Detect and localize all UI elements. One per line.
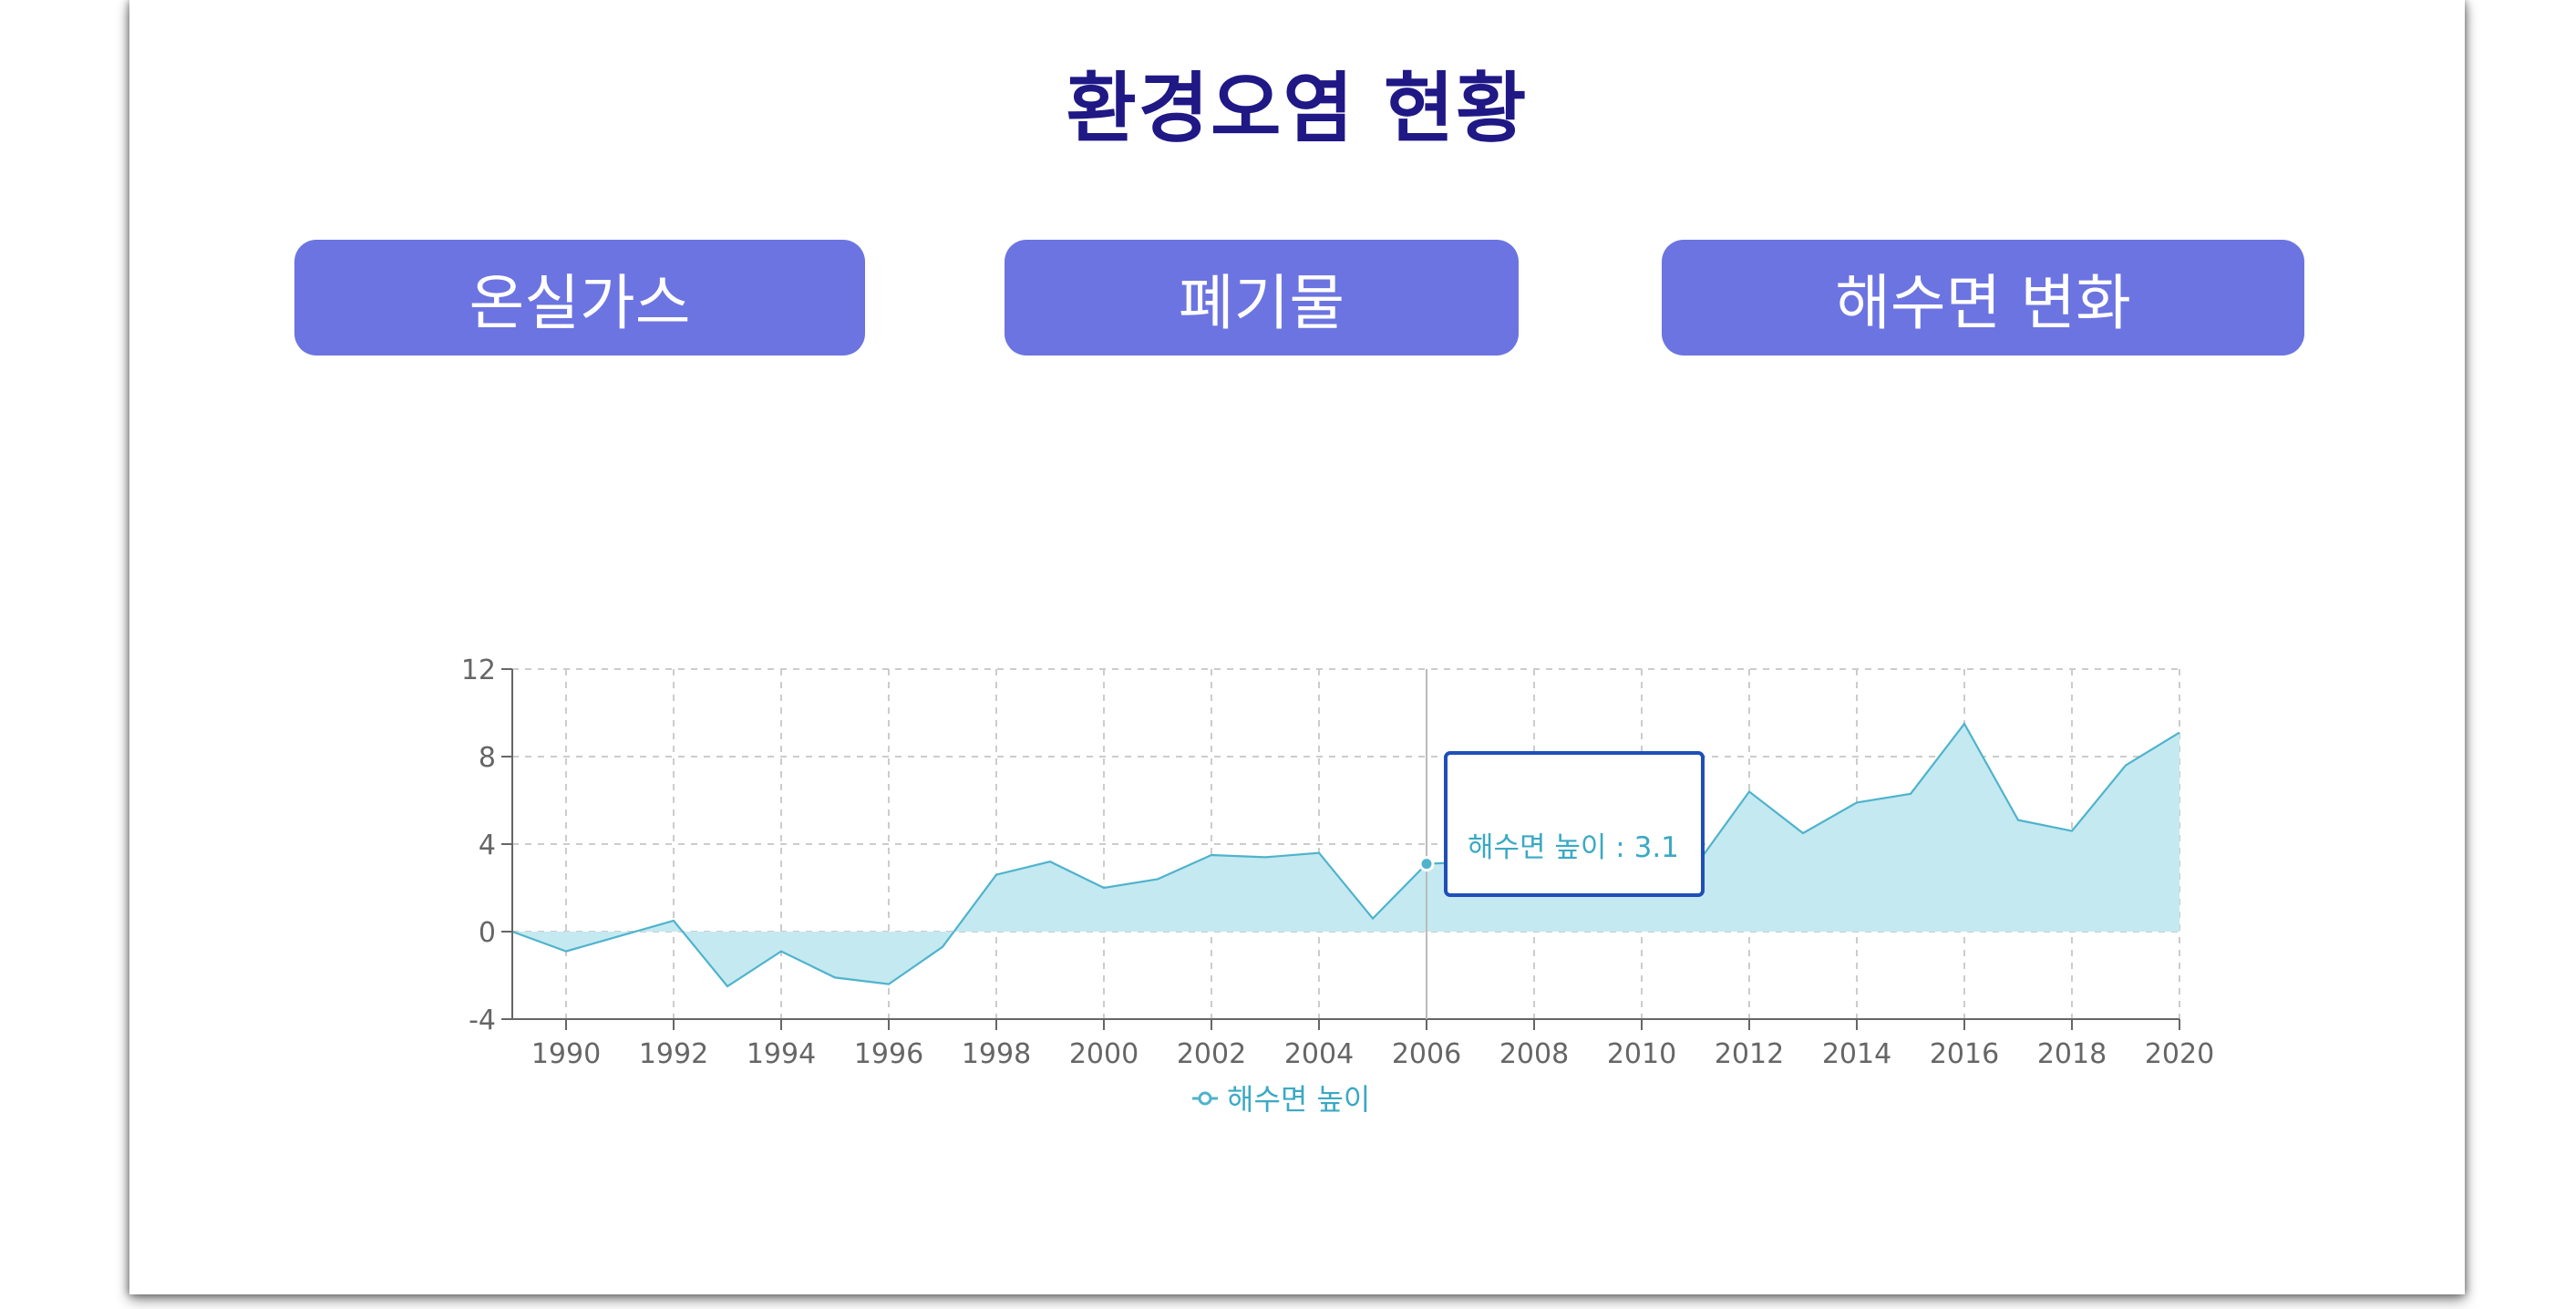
y-tick-label: -4 [469,1005,496,1036]
tooltip-point [1418,856,1435,872]
x-tick-label: 1998 [962,1038,1031,1070]
x-tick-label: 1994 [747,1038,816,1070]
y-tick-label: 8 [479,742,496,774]
x-tick-label: 2014 [1822,1038,1891,1070]
x-axis-ticks: 1990 1992 1994 1996 1998 2000 2002 2004 2006 2008… [531,1038,2214,1070]
x-tick-label: 2006 [1392,1038,1461,1070]
chart-legend[interactable]: 해수면 높이 [1192,1082,1370,1117]
x-tick-label: 2010 [1607,1038,1676,1070]
sea-level-chart: 1990 1992 1994 1996 1998 2000 2002 2004 2006 2008… [461,654,2214,1117]
y-axis-ticks: -4 0 4 8 12 [461,654,496,1036]
x-tick-label: 1990 [531,1038,601,1070]
x-tick-label: 1996 [854,1038,923,1070]
y-tick-label: 4 [479,830,496,861]
x-tick-label: 2002 [1177,1038,1246,1070]
x-tick-label: 2016 [1930,1038,1999,1070]
area-fill [512,724,2179,986]
x-tick-label: 2020 [2145,1038,2214,1070]
y-tick-label: 0 [479,917,496,949]
tooltip-box [1444,751,1705,897]
x-tick-label: 1992 [639,1038,708,1070]
tooltip: 해수면 높이 : 3.1 [1418,669,1705,1019]
legend-label: 해수면 높이 [1227,1082,1370,1117]
x-tick-label: 2000 [1069,1038,1139,1070]
line-dot-icon-marker [1198,1091,1212,1106]
y-tick-label: 12 [461,654,496,686]
x-tick-label: 2008 [1499,1038,1569,1070]
tooltip-text: 해수면 높이 : 3.1 [1468,831,1679,864]
x-tick-label: 2018 [2037,1038,2107,1070]
x-tick-label: 2012 [1715,1038,1784,1070]
x-tick-label: 2004 [1284,1038,1354,1070]
